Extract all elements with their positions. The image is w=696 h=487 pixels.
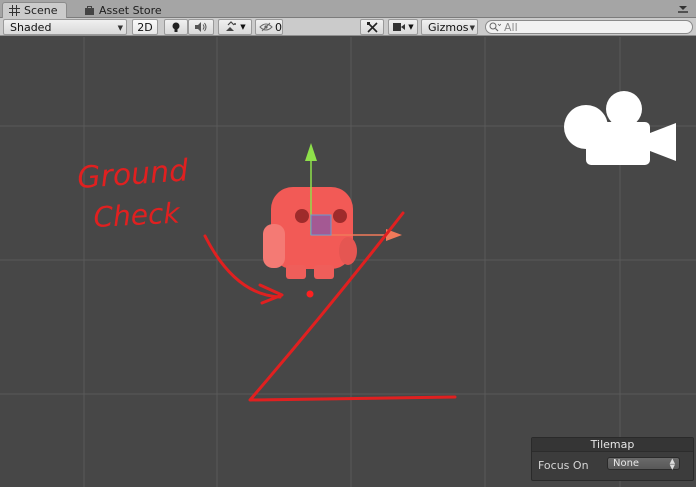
tab-scene[interactable]: Scene: [2, 2, 67, 18]
chevron-down-icon: ▼: [408, 23, 414, 31]
light-bulb-icon: [172, 22, 180, 32]
shopping-bag-icon: [85, 5, 94, 15]
scene-toolbar: Shaded ▼ 2D ▼ 0 ▼ Gizmos ▼ All: [0, 18, 696, 36]
draw-mode-value: Shaded: [10, 20, 52, 34]
lighting-toggle[interactable]: [164, 19, 188, 35]
scene-viewport[interactable]: Ground Check: [0, 37, 696, 487]
scene-search-field[interactable]: All: [485, 20, 693, 34]
tilemap-title: Tilemap: [532, 438, 693, 452]
camera-gizmo-icon[interactable]: [564, 91, 676, 165]
draw-mode-dropdown[interactable]: Shaded ▼: [3, 19, 127, 35]
eye-crossed-icon: [259, 22, 273, 32]
2d-mode-button[interactable]: 2D: [132, 19, 158, 35]
scene-canvas: Ground Check: [0, 37, 696, 487]
hidden-objects-toggle[interactable]: 0: [255, 19, 283, 35]
character-sprite[interactable]: [263, 187, 357, 279]
focus-on-label: Focus On: [538, 459, 589, 472]
chevron-down-icon: ▼: [117, 24, 123, 32]
grid-icon: [9, 5, 20, 16]
video-camera-icon: [393, 23, 406, 31]
tab-asset-store-label: Asset Store: [99, 3, 162, 17]
tools-button[interactable]: [360, 19, 384, 35]
effects-icon: [226, 21, 237, 31]
chevron-down-icon: ▼: [469, 24, 475, 32]
speaker-icon: [195, 22, 207, 32]
tab-asset-store[interactable]: Asset Store: [78, 2, 170, 18]
gizmos-dropdown[interactable]: Gizmos ▼: [421, 19, 478, 35]
ground-check-point[interactable]: [306, 290, 314, 298]
annotation-ground-label: Ground: [76, 153, 190, 196]
chevron-down-icon: [678, 6, 688, 13]
camera-settings-dropdown[interactable]: ▼: [388, 19, 418, 35]
updown-arrows-icon: ▲ ▼: [669, 457, 675, 471]
hidden-count: 0: [275, 20, 282, 34]
tools-icon: [366, 21, 378, 33]
search-placeholder: All: [504, 20, 518, 34]
gizmos-label: Gizmos: [428, 20, 469, 34]
effects-dropdown[interactable]: ▼: [218, 19, 252, 35]
annotation-check-label: Check: [93, 196, 183, 234]
focus-on-dropdown[interactable]: None ▲ ▼: [607, 457, 680, 471]
tab-scene-label: Scene: [24, 4, 58, 17]
audio-toggle[interactable]: [188, 19, 214, 35]
tab-menu-button[interactable]: [676, 3, 690, 15]
2d-mode-label: 2D: [137, 20, 153, 34]
chevron-down-icon: ▼: [240, 23, 246, 31]
search-icon: [489, 22, 501, 32]
focus-on-value: None: [613, 458, 640, 469]
editor-tab-bar: Scene Asset Store: [0, 0, 696, 18]
